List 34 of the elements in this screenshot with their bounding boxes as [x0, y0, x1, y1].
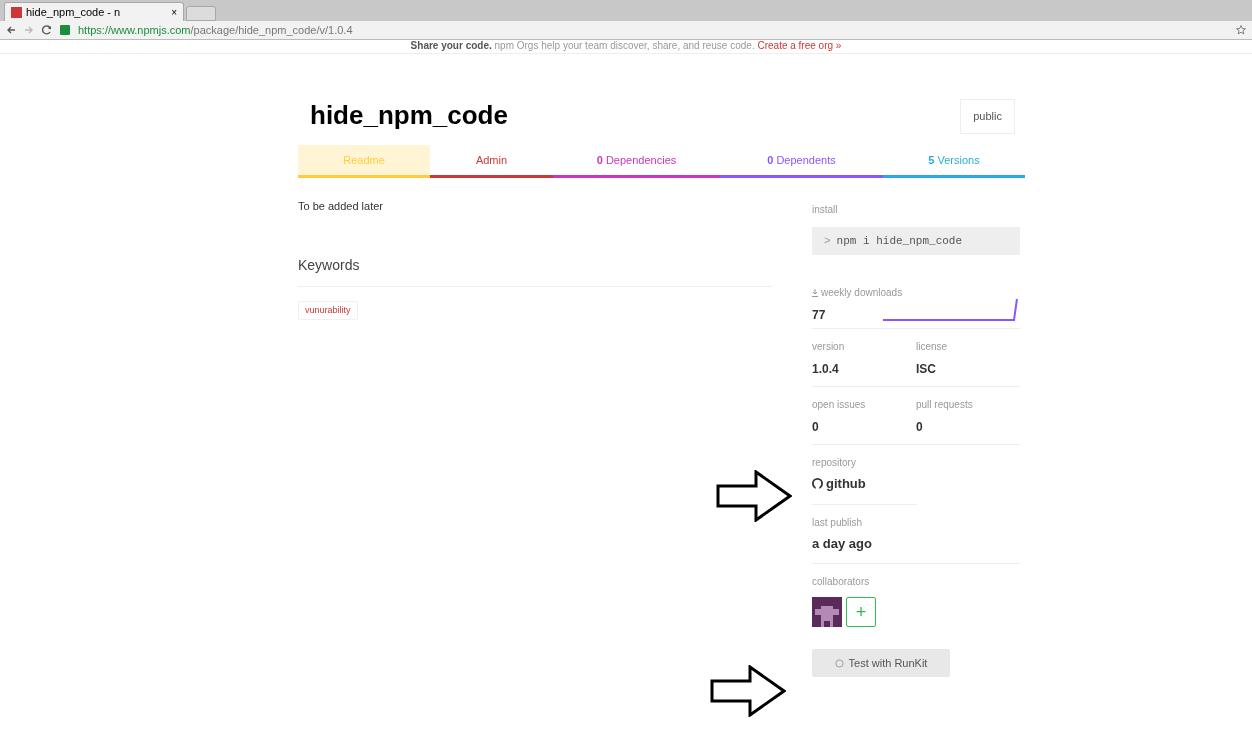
- issues-label: open issues: [812, 398, 867, 412]
- back-icon[interactable]: [6, 25, 16, 35]
- avatar-icon[interactable]: [812, 597, 842, 627]
- browser-tab[interactable]: hide_npm_code - n ×: [4, 2, 184, 21]
- runkit-icon: [834, 658, 844, 668]
- repository-link[interactable]: github: [812, 474, 917, 494]
- reload-icon[interactable]: [42, 25, 52, 35]
- visibility-badge: public: [960, 99, 1015, 134]
- issues-count: 0: [812, 419, 820, 436]
- pulls-count: 0: [916, 419, 924, 436]
- publish-value: a day ago: [812, 534, 873, 553]
- publish-label: last publish: [812, 515, 864, 530]
- runkit-button[interactable]: Test with RunKit: [812, 649, 950, 677]
- collaborators-label: collaborators: [812, 575, 871, 589]
- pulls-label: pull requests: [916, 398, 974, 412]
- tab-title: hide_npm_code - n: [26, 4, 121, 20]
- keyword-tag[interactable]: vunurability: [298, 300, 358, 320]
- version-value: 1.0.4: [812, 361, 840, 378]
- license-value: ISC: [916, 361, 937, 378]
- package-name: hide_npm_code: [310, 99, 508, 132]
- banner-text: Share your code. npm Orgs help your team discover, share, and reuse code. Create a free org »: [410, 40, 842, 53]
- keywords-heading: Keywords: [298, 254, 772, 287]
- star-icon[interactable]: [1236, 25, 1246, 35]
- readme-text: To be added later: [298, 199, 384, 214]
- version-label: version: [812, 340, 846, 354]
- downloads-label: weekly downloads: [821, 286, 903, 300]
- create-org-link[interactable]: Create a free org »: [757, 40, 842, 51]
- license-label: license: [916, 340, 949, 354]
- repository-label: repository: [812, 456, 857, 470]
- download-icon: [812, 288, 818, 297]
- install-label: install: [812, 203, 839, 217]
- install-command[interactable]: > npm i hide_npm_code: [812, 227, 1020, 255]
- close-icon[interactable]: ×: [171, 4, 177, 20]
- downloads-count: 77: [812, 307, 826, 324]
